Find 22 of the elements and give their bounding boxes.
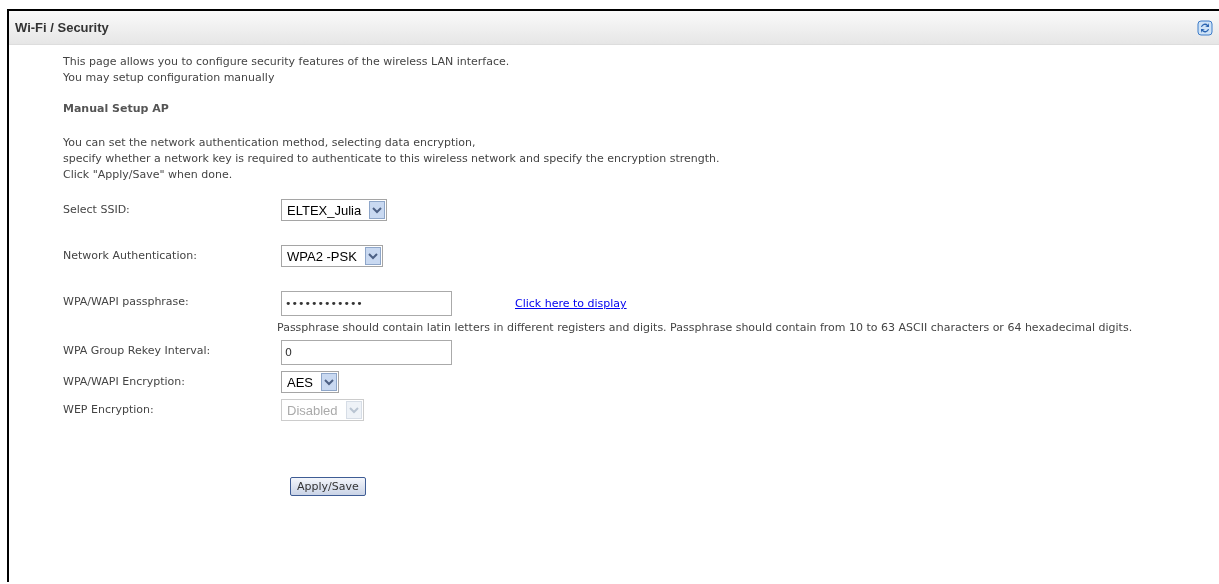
display-link[interactable]: Click here to display: [515, 297, 627, 310]
field-label: WPA/WAPI passphrase:: [63, 294, 190, 310]
description-text: Click "Apply/Save" when done.: [63, 167, 234, 183]
field-label: WEP Encryption:: [63, 402, 155, 418]
description-text: specify whether a network key is required to authenticate to this wireless network and specify the encryption strength.: [63, 151, 721, 167]
field-label: Select SSID:: [63, 202, 131, 218]
passphrase-hint: Passphrase should contain latin letters in different registers and digits. Passphrase should contain from 10 to 63 ASCII characters or 64 hexadecimal digits.: [277, 320, 1134, 336]
apply-save-button[interactable]: Apply/Save: [290, 477, 366, 496]
dropdown[interactable]: WPA2 -PSK: [281, 245, 383, 267]
refresh-icon[interactable]: [1197, 19, 1213, 36]
dropdown[interactable]: ELTEX_Julia: [281, 199, 388, 221]
field-label: Network Authentication:: [63, 248, 198, 264]
section-title: Manual Setup AP: [63, 102, 170, 115]
dropdown[interactable]: AES: [281, 371, 339, 393]
description-text: You can set the network authentication method, selecting data encryption,: [63, 135, 477, 151]
intro-text: You may setup configuration manually: [63, 70, 276, 86]
field-label: WPA/WAPI Encryption:: [63, 374, 186, 390]
input-field[interactable]: 0: [281, 340, 452, 365]
page-title: Wi-Fi / Security: [15, 20, 109, 35]
field-label: WPA Group Rekey Interval:: [63, 343, 212, 359]
passphrase-field[interactable]: ••••••••••••: [281, 291, 452, 316]
intro-text: This page allows you to configure security features of the wireless LAN interface.: [63, 54, 511, 70]
